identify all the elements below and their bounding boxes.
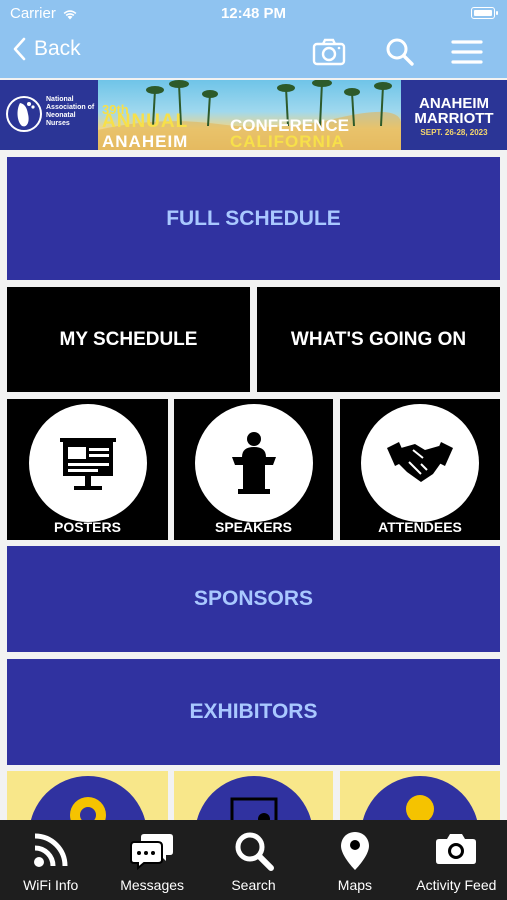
award-ribbon-icon [406, 795, 434, 820]
tab-search-label: Search [231, 877, 276, 893]
venue-dates: SEPT. 26-28, 2023 [420, 128, 488, 137]
nav-bar: Back [0, 28, 507, 78]
tab-search[interactable]: Search [203, 820, 304, 900]
banner-scene: 39th ANNUAL CONFERENCE ANAHEIM CALIFORNI… [98, 80, 401, 150]
attendees-label: ATTENDEES [378, 519, 462, 535]
map-pin-icon [340, 832, 369, 870]
battery-icon [471, 7, 498, 19]
tab-activity-feed[interactable]: Activity Feed [406, 820, 507, 900]
handshake-icon [387, 442, 453, 482]
search-icon[interactable] [383, 36, 417, 68]
speakers-tile[interactable]: SPEAKERS [174, 399, 333, 540]
whats-going-on-tile[interactable]: WHAT'S GOING ON [257, 287, 500, 392]
menu-icon[interactable] [450, 36, 484, 68]
org-line: Neonatal [46, 112, 76, 119]
posters-tile[interactable]: POSTERS [7, 399, 168, 540]
info-circle [28, 776, 147, 820]
attendees-tile[interactable]: ATTENDEES [340, 399, 500, 540]
chat-bubbles-icon [130, 834, 174, 870]
posters-circle [28, 404, 147, 522]
venue-city: ANAHEIM [419, 95, 489, 112]
info-tile[interactable] [7, 771, 168, 820]
tab-bar: WiFi Info Messages Search Maps Activity … [0, 820, 507, 900]
org-line: Association of [46, 104, 95, 111]
exhibitors-tile[interactable]: EXHIBITORS [7, 659, 500, 765]
conference-banner: National Association of Neonatal Nurses … [0, 80, 507, 150]
attendees-circle [361, 404, 479, 522]
podium-icon [231, 432, 276, 494]
org-line: Nurses [46, 120, 70, 127]
org-line: National [46, 96, 74, 103]
nann-logo-icon [6, 96, 42, 132]
search-icon [235, 832, 274, 871]
tab-messages-label: Messages [120, 877, 185, 893]
exhibitors-label: EXHIBITORS [189, 700, 318, 723]
my-schedule-label: MY SCHEDULE [59, 328, 198, 350]
certificate-icon [230, 797, 277, 820]
certificate-tile[interactable] [174, 771, 333, 820]
banner-anaheim: ANAHEIM [102, 132, 189, 150]
tab-messages[interactable]: Messages [101, 820, 202, 900]
venue-hotel: MARRIOTT [414, 110, 494, 127]
camera-icon[interactable] [312, 36, 346, 68]
posters-label: POSTERS [54, 519, 121, 535]
awards-circle [361, 776, 479, 820]
back-label: Back [34, 37, 81, 60]
certificate-circle [194, 776, 313, 820]
sponsors-label: SPONSORS [193, 587, 314, 610]
tab-wifi-info-label: WiFi Info [23, 877, 79, 893]
full-schedule-label: FULL SCHEDULE [166, 206, 341, 230]
tab-wifi-info[interactable]: WiFi Info [0, 820, 101, 900]
whats-going-on-label: WHAT'S GOING ON [290, 328, 467, 350]
camera-icon [436, 834, 477, 864]
back-button[interactable]: Back [12, 37, 81, 61]
speakers-circle [194, 404, 313, 522]
awards-tile[interactable] [340, 771, 500, 820]
sponsors-tile[interactable]: SPONSORS [7, 546, 500, 652]
status-bar: Carrier 12:48 PM [0, 0, 507, 28]
banner-annual: ANNUAL [102, 111, 189, 132]
speakers-label: SPEAKERS [214, 519, 293, 535]
tab-maps-label: Maps [337, 877, 373, 893]
gear-info-icon [69, 797, 106, 820]
rss-icon [33, 833, 68, 867]
tab-activity-feed-label: Activity Feed [416, 877, 497, 893]
chevron-left-icon [13, 37, 26, 61]
presentation-board-icon [59, 438, 116, 490]
status-time: 12:48 PM [220, 5, 287, 22]
tab-maps[interactable]: Maps [304, 820, 405, 900]
my-schedule-tile[interactable]: MY SCHEDULE [7, 287, 250, 392]
banner-california: CALIFORNIA [230, 132, 345, 150]
full-schedule-tile[interactable]: FULL SCHEDULE [7, 157, 500, 280]
banner-venue: ANAHEIM MARRIOTT SEPT. 26-28, 2023 [401, 80, 507, 150]
